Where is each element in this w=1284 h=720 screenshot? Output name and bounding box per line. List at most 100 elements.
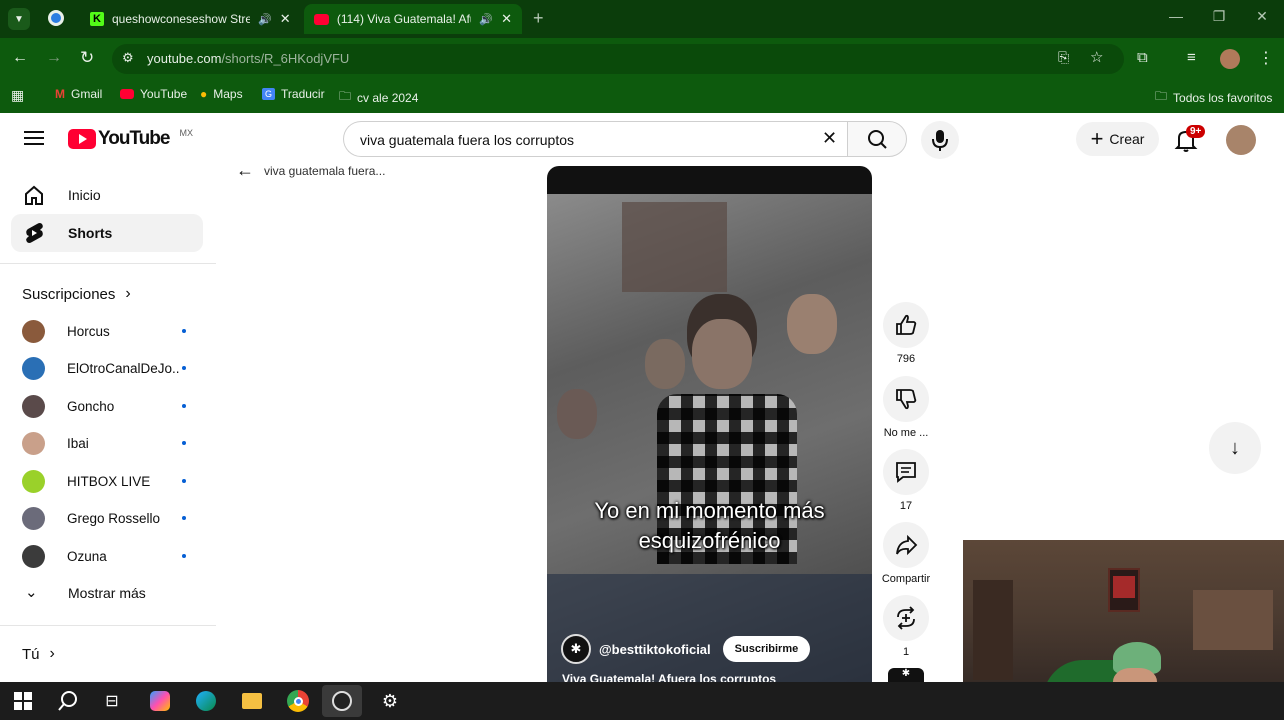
home-icon [25,185,43,205]
search-button[interactable] [847,121,907,157]
clear-search-icon[interactable]: ✕ [822,128,837,149]
address-bar[interactable]: ⚙ youtube.com/shorts/R_6HKodjVFU ⎘ ☆ [112,44,1124,74]
subscription-name: Horcus [67,323,110,339]
short-video-player[interactable]: Yo en mi momento más esquizofrénico ✱ @b… [547,166,872,686]
profile-avatar[interactable] [1220,49,1240,69]
subscription-item[interactable]: Ozuna [22,543,192,569]
maps-pin-icon: ● [200,87,208,101]
extensions-icon[interactable]: ⧉ [1137,49,1148,66]
youtube-icon [68,129,96,149]
forward-icon[interactable]: → [46,49,62,67]
tab-youtube[interactable]: (114) Viva Guatemala! Afuer 🔊 ✕ [304,4,522,34]
site-info-icon[interactable]: ⚙ [122,50,134,66]
speaker-icon: 🔊 [479,13,494,26]
speaker-icon: 🔊 [258,13,272,26]
obs-icon[interactable] [322,685,362,717]
back-to-search[interactable]: ← viva guatemala fuera... [236,160,385,181]
subscription-item[interactable]: ElOtroCanalDeJo... [22,355,192,381]
search-icon [868,130,887,149]
close-icon[interactable]: ✕ [501,11,512,27]
arrow-left-icon: ← [236,160,254,180]
channel-name[interactable]: @besttiktokoficial [599,642,711,657]
apps-grid-icon[interactable]: ▦ [11,87,24,104]
maximize-button[interactable]: ❐ [1208,8,1230,25]
new-tab-button[interactable]: + [533,8,544,29]
remix-count: 1 [902,646,910,658]
account-avatar[interactable] [1226,125,1256,155]
subscription-item[interactable]: Grego Rossello [22,505,192,531]
bookmark-youtube[interactable]: YouTube [120,87,187,101]
comments-button[interactable] [883,449,929,495]
bookmark-folder[interactable]: 🗀 cv ale 2024 [339,87,418,108]
sidebar-divider [0,263,216,264]
sidebar-item-inicio[interactable]: Inicio [11,176,203,214]
file-explorer-icon[interactable] [232,685,272,717]
new-content-dot [182,404,186,408]
bookmark-traducir[interactable]: G Traducir [262,87,325,101]
share-button[interactable] [883,522,929,568]
search-input[interactable]: viva guatemala fuera los corruptos ✕ [343,121,848,157]
tab-search-button[interactable]: ▼ [8,8,30,30]
browser-toolbar: ← → ↻ ⚙ youtube.com/shorts/R_6HKodjVFU ⎘… [0,38,1284,80]
youtube-logo[interactable]: YouTube MX [68,128,193,150]
url-text: youtube.com/shorts/R_6HKodjVFU [147,51,350,66]
notifications-button[interactable]: 9+ [1174,125,1206,153]
task-view-icon[interactable]: ⊟ [92,685,132,717]
subscription-name: Ozuna [67,548,107,564]
media-control-icon[interactable]: ≡ [1187,49,1196,66]
edge-icon[interactable] [186,685,226,717]
sidebar-item-shorts[interactable]: Shorts [11,214,203,252]
like-button[interactable] [883,302,929,348]
channel-avatar[interactable]: ✱ [561,634,591,664]
hamburger-menu-icon[interactable] [24,130,44,146]
subscription-item[interactable]: Goncho [22,393,192,419]
taskbar-search[interactable] [48,685,88,717]
copilot-icon[interactable] [140,685,180,717]
you-section-heading[interactable]: Tú › [22,645,55,663]
tab-title: queshowconeseshow Strea [112,12,250,26]
subscriptions-heading[interactable]: Suscripciones › [22,285,131,303]
thumbs-down-icon [896,389,917,410]
subscription-item[interactable]: HITBOX LIVE [22,468,192,494]
settings-gear-icon[interactable]: ⚙ [370,685,410,717]
bookmark-maps[interactable]: ● Maps [200,87,243,101]
pinned-tab-icon[interactable] [48,10,64,26]
minimize-button[interactable]: — [1165,8,1187,24]
back-icon[interactable]: ← [12,49,28,67]
tab-kick[interactable]: K queshowconeseshow Strea 🔊 ✕ [80,4,302,34]
channel-avatar [22,319,45,343]
dislike-label: No me ... [883,427,929,439]
next-short-button[interactable]: ↓ [1209,422,1261,474]
create-button[interactable]: + Crear [1076,122,1159,156]
close-icon[interactable]: ✕ [280,11,291,27]
sound-thumbnail[interactable]: ✱ [888,668,924,682]
chrome-icon[interactable] [278,685,318,717]
subscribe-button[interactable]: Suscribirme [722,636,811,662]
close-window-button[interactable]: ✕ [1251,8,1273,25]
subscription-item[interactable]: Ibai [22,430,192,456]
bookmark-gmail[interactable]: M Gmail [55,87,102,101]
subscription-name: HITBOX LIVE [67,473,151,489]
channel-avatar [22,431,45,455]
bookmark-star-icon[interactable]: ☆ [1090,48,1103,66]
menu-icon[interactable]: ⋮ [1258,48,1274,68]
youtube-header: YouTube MX viva guatemala fuera los corr… [0,113,1284,165]
new-content-dot [182,479,186,483]
comment-icon [896,462,916,483]
remix-button[interactable] [883,595,929,641]
show-more-button[interactable]: ⌄ Mostrar más [11,574,203,612]
bookmarks-bar: ▦ M Gmail YouTube ● Maps G Traducir 🗀 cv… [0,80,1284,113]
like-count: 796 [896,353,916,365]
share-icon [896,534,918,556]
channel-avatar [22,469,45,493]
dislike-button[interactable] [883,376,929,422]
new-content-dot [182,329,186,333]
voice-search-button[interactable] [921,121,959,159]
all-bookmarks[interactable]: 🗀 Todos los favoritos [1155,87,1272,108]
start-button[interactable] [3,685,43,717]
arrow-down-icon: ↓ [1230,436,1240,459]
reload-icon[interactable]: ↻ [80,48,94,68]
subscription-item[interactable]: Horcus [22,318,192,344]
install-app-icon[interactable]: ⎘ [1058,49,1069,66]
chevron-right-icon: › [125,285,131,302]
